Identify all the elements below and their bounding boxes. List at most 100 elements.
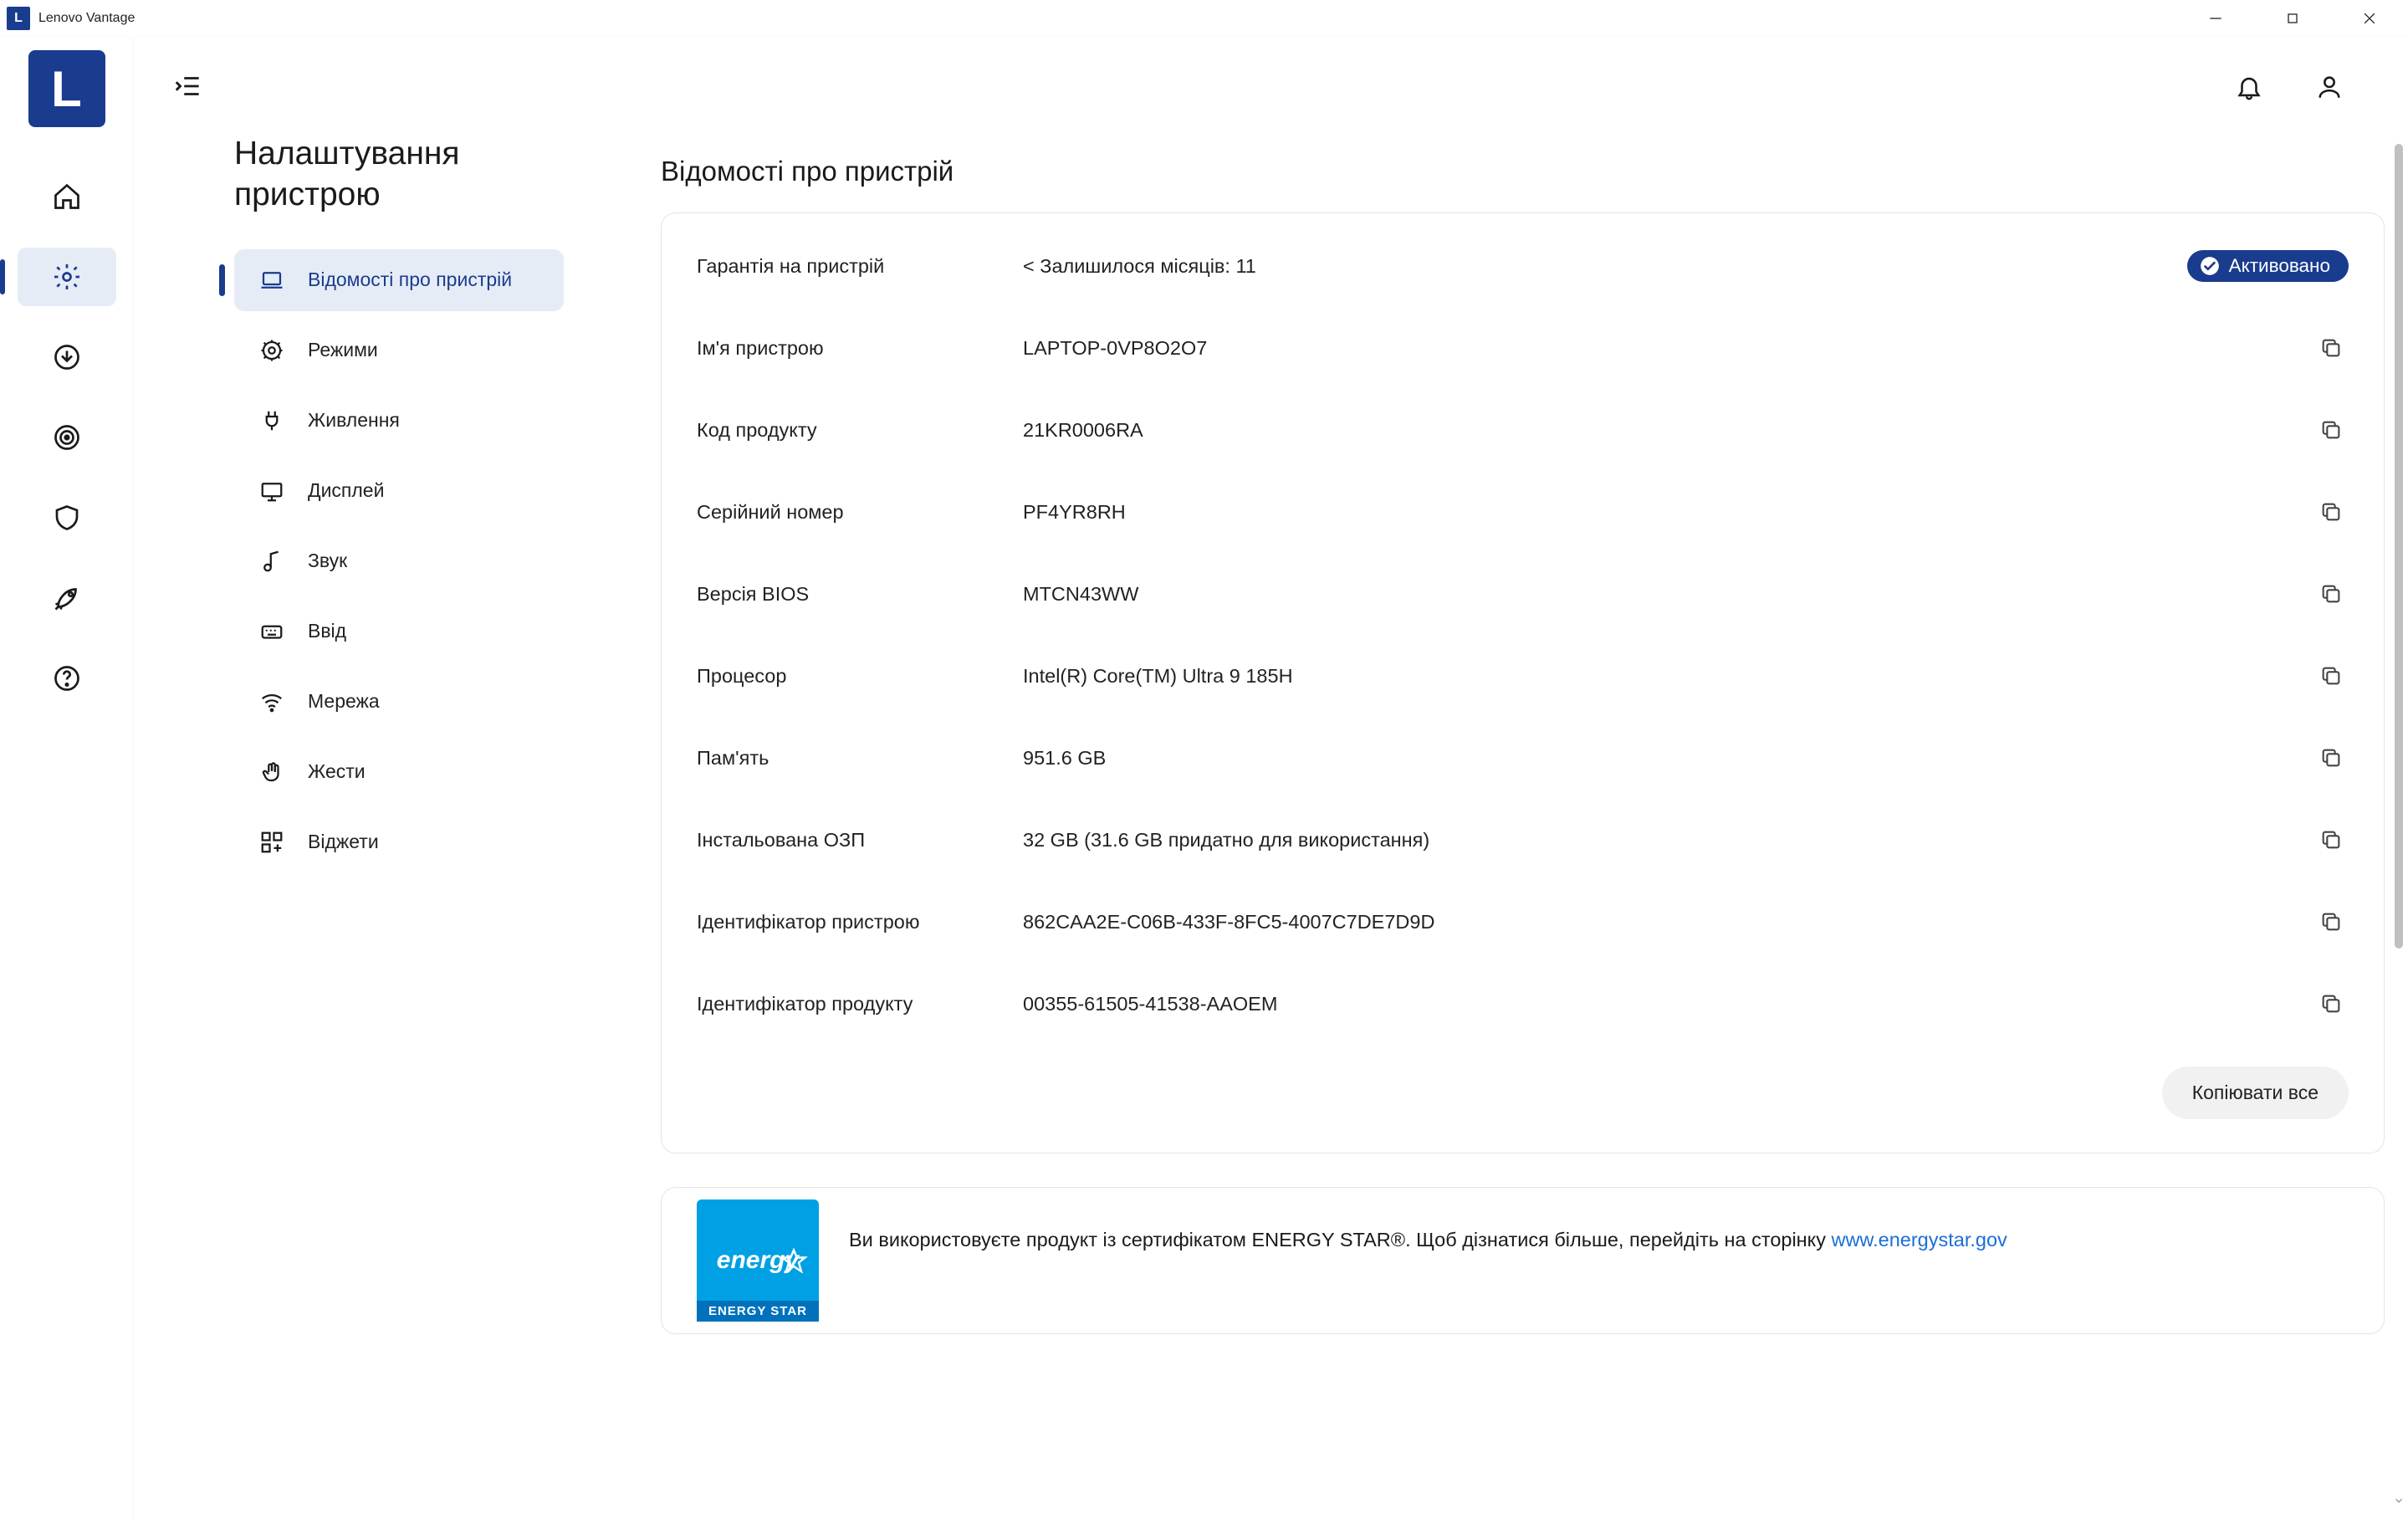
copy-icon <box>2319 910 2343 933</box>
copy-button-device-name[interactable] <box>2313 330 2349 366</box>
rail-settings[interactable] <box>18 248 116 306</box>
row-warranty: Гарантія на пристрій < Залишилося місяці… <box>697 225 2349 307</box>
row-value: Intel(R) Core(TM) Ultra 9 185H <box>1023 665 2297 688</box>
subnav-item-display[interactable]: Дисплей <box>234 460 564 522</box>
row-label: Версія BIOS <box>697 583 1006 606</box>
close-button[interactable] <box>2331 0 2408 37</box>
keyboard-icon <box>258 617 286 646</box>
help-icon <box>52 663 82 693</box>
copy-icon <box>2319 664 2343 688</box>
subnav-item-power[interactable]: Живлення <box>234 390 564 452</box>
row-label: Ідентифікатор продукту <box>697 993 1006 1015</box>
laptop-icon <box>258 266 286 294</box>
energy-star-text: Ви використовуєте продукт із сертифікато… <box>849 1199 2007 1255</box>
account-button[interactable] <box>2309 67 2349 107</box>
row-ram: Інстальована ОЗП 32 GB (31.6 GB придатно … <box>697 799 2349 881</box>
row-value: PF4YR8RH <box>1023 501 2297 524</box>
row-product-id: Ідентифікатор продукту 00355-61505-41538-… <box>697 963 2349 1045</box>
home-icon <box>52 182 82 212</box>
subnav-label: Режими <box>308 337 378 363</box>
copy-button-storage[interactable] <box>2313 740 2349 775</box>
subnav-item-sound[interactable]: Звук <box>234 530 564 592</box>
page-title: Налаштування пристрою <box>234 137 644 216</box>
subnav-item-input[interactable]: Ввід <box>234 601 564 662</box>
subnav-item-device-info[interactable]: Відомості про пристрій <box>234 249 564 311</box>
subnav-item-widgets[interactable]: Віджети <box>234 811 564 873</box>
bell-icon <box>2235 73 2263 101</box>
copy-all-button[interactable]: Копіювати все <box>2162 1066 2349 1119</box>
row-storage: Пам'ять951.6 GB <box>697 717 2349 799</box>
section-title: Відомості про пристрій <box>661 156 2385 187</box>
row-label: Гарантія на пристрій <box>697 255 1006 278</box>
maximize-button[interactable] <box>2254 0 2331 37</box>
wifi-icon <box>258 688 286 716</box>
close-icon <box>2361 10 2378 27</box>
check-circle-icon <box>2199 255 2221 277</box>
scrollbar-down-button[interactable] <box>2393 1491 2405 1511</box>
rail-help[interactable] <box>18 649 116 708</box>
notifications-button[interactable] <box>2229 67 2269 107</box>
subnav-item-gestures[interactable]: Жести <box>234 741 564 803</box>
subnav-label: Відомості про пристрій <box>308 267 512 293</box>
energy-star-link[interactable]: www.energystar.gov <box>1831 1229 2007 1250</box>
brand-logo[interactable]: L <box>28 50 105 127</box>
energy-star-logo: energy ENERGY STAR <box>697 1199 819 1322</box>
copy-icon <box>2319 582 2343 606</box>
row-value: 00355-61505-41538-AAOEM <box>1023 993 2297 1015</box>
row-label: Інстальована ОЗП <box>697 829 1006 852</box>
copy-icon <box>2319 992 2343 1015</box>
scrollbar[interactable] <box>2393 144 2405 1486</box>
titlebar: L Lenovo Vantage <box>0 0 2408 37</box>
row-bios: Версія BIOS MTCN43WW <box>697 553 2349 635</box>
hand-icon <box>258 758 286 786</box>
rail-target[interactable] <box>18 408 116 467</box>
warranty-status-badge[interactable]: Активовано <box>2187 250 2349 282</box>
device-info-card: Гарантія на пристрій < Залишилося місяці… <box>661 212 2385 1153</box>
rail-security[interactable] <box>18 488 116 547</box>
row-value: LAPTOP-0VP8O2O7 <box>1023 337 2297 360</box>
subnav-item-modes[interactable]: Режими <box>234 320 564 381</box>
nav-rail: L <box>0 37 134 1519</box>
maximize-icon <box>2284 10 2301 27</box>
minimize-button[interactable] <box>2177 0 2254 37</box>
copy-button-bios[interactable] <box>2313 576 2349 611</box>
copy-icon <box>2319 746 2343 770</box>
settings-subnav: Відомості про пристрій Режими Живлення Дисп… <box>234 249 644 873</box>
copy-button-ram[interactable] <box>2313 822 2349 857</box>
copy-button-device-id[interactable] <box>2313 904 2349 939</box>
row-device-id: Ідентифікатор пристрою862CAA2E-C06B-433F… <box>697 881 2349 963</box>
subnav-label: Ввід <box>308 618 346 644</box>
plug-icon <box>258 407 286 435</box>
copy-button-serial[interactable] <box>2313 494 2349 529</box>
download-icon <box>52 342 82 372</box>
rail-home[interactable] <box>18 167 116 226</box>
minimize-icon <box>2207 10 2224 27</box>
toggle-sidebar-button[interactable] <box>172 70 204 105</box>
row-label: Пам'ять <box>697 747 1006 770</box>
energy-star-card: energy ENERGY STAR Ви використовуєте про… <box>661 1187 2385 1334</box>
gear-ring-icon <box>258 336 286 365</box>
copy-icon <box>2319 418 2343 442</box>
scrollbar-thumb[interactable] <box>2395 144 2403 949</box>
row-value: 32 GB (31.6 GB придатно для використання… <box>1023 829 2297 852</box>
rocket-icon <box>52 583 82 613</box>
row-value: MTCN43WW <box>1023 583 2297 606</box>
row-label: Ідентифікатор пристрою <box>697 911 1006 933</box>
app-icon: L <box>7 7 30 30</box>
copy-button-cpu[interactable] <box>2313 658 2349 693</box>
chevron-down-icon <box>2393 1495 2405 1506</box>
star-outline-icon <box>779 1246 809 1276</box>
subnav-label: Живлення <box>308 407 400 433</box>
subnav-item-network[interactable]: Мережа <box>234 671 564 733</box>
copy-button-product-code[interactable] <box>2313 412 2349 448</box>
rail-downloads[interactable] <box>18 328 116 386</box>
target-icon <box>52 422 82 453</box>
rail-boost[interactable] <box>18 569 116 627</box>
menu-collapse-icon <box>172 70 204 102</box>
row-label: Процесор <box>697 665 1006 688</box>
subnav-label: Віджети <box>308 829 379 855</box>
top-row <box>134 37 2408 137</box>
row-label: Код продукту <box>697 419 1006 442</box>
copy-button-product-id[interactable] <box>2313 986 2349 1021</box>
subnav-label: Мережа <box>308 688 380 714</box>
